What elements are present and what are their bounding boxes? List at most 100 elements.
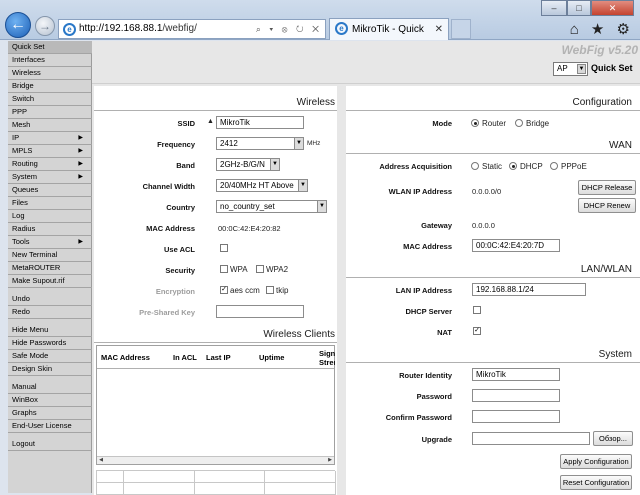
sidebar-item-new-terminal[interactable]: New Terminal xyxy=(8,249,92,262)
mode-label: Mode xyxy=(432,119,452,128)
sidebar-item-queues[interactable]: Queues xyxy=(8,184,92,197)
sidebar-item-undo[interactable]: Undo xyxy=(8,293,92,306)
channel-width-select[interactable]: 20/40MHz HT Above ▼ xyxy=(216,179,308,192)
sidebar-item-interfaces[interactable]: Interfaces xyxy=(8,54,92,67)
sidebar-item-label: Hide Menu xyxy=(12,325,49,334)
sidebar-item-safe-mode[interactable]: Safe Mode xyxy=(8,350,92,363)
sidebar-item-winbox[interactable]: WinBox xyxy=(8,394,92,407)
dhcp-renew-button[interactable]: DHCP Renew xyxy=(578,198,636,213)
lan-ip-input[interactable]: 192.168.88.1/24 xyxy=(472,283,586,296)
mode-bridge-radio[interactable] xyxy=(515,119,523,127)
security-label: Security xyxy=(165,266,195,275)
ie-logo-icon: e xyxy=(63,23,76,36)
wlan-ip-label: WLAN IP Address xyxy=(388,187,452,196)
channel-width-label: Channel Width xyxy=(142,182,195,191)
ssid-input[interactable]: MikroTik xyxy=(216,116,304,129)
wireless-clients-table: MAC Address In ACL Last IP Uptime Signal… xyxy=(96,345,335,465)
grid-cell xyxy=(97,471,124,483)
scroll-left-icon[interactable]: ◀ xyxy=(97,457,105,464)
chevron-down-icon: ▼ xyxy=(577,64,586,74)
maximize-icon[interactable]: □ xyxy=(567,0,591,16)
forward-arrow-icon[interactable]: → xyxy=(35,16,55,36)
reset-configuration-button[interactable]: Reset Configuration xyxy=(560,475,632,490)
wan-mac-input[interactable]: 00:0C:42:E4:20:7D xyxy=(472,239,560,252)
sidebar-item-design-skin[interactable]: Design Skin xyxy=(8,363,92,376)
sidebar-item-hide-menu[interactable]: Hide Menu xyxy=(8,324,92,337)
sidebar-item-label: System xyxy=(12,172,38,181)
sidebar-item-redo[interactable]: Redo xyxy=(8,306,92,319)
upgrade-file-input[interactable] xyxy=(472,432,590,445)
password-input[interactable] xyxy=(472,389,560,402)
mac-address-value: 00:0C:42:E4:20:82 xyxy=(218,224,281,233)
sidebar-item-system[interactable]: System ▶ xyxy=(8,171,92,184)
ssid-label: SSID xyxy=(177,119,195,128)
aes-ccm-checkbox[interactable]: ✓ xyxy=(220,286,228,294)
browser-tools-icons[interactable]: ⌂ ★ ⚙ xyxy=(570,20,634,38)
wireless-panel: Wireless SSID ▲ MikroTik Frequency 2412 ▼… xyxy=(94,86,337,495)
browse-button[interactable]: Обзор... xyxy=(593,431,633,446)
grid-cell xyxy=(124,471,195,483)
acq-static-radio[interactable] xyxy=(471,162,479,170)
sidebar-item-mpls[interactable]: MPLS ▶ xyxy=(8,145,92,158)
address-bar[interactable]: e http://192.168.88.1/webfig/ ⌕ ▾ ⊗ ↻ ✕ xyxy=(58,19,326,39)
tkip-checkbox[interactable] xyxy=(266,286,274,294)
use-acl-checkbox[interactable] xyxy=(220,244,228,252)
ssid-toggle-icon[interactable]: ▲ xyxy=(207,118,214,125)
router-identity-input[interactable]: MikroTik xyxy=(472,368,560,381)
horizontal-scrollbar[interactable]: ◀ ▶ xyxy=(97,456,334,464)
sidebar-item-quick-set[interactable]: Quick Set xyxy=(8,41,92,54)
new-tab-button[interactable] xyxy=(451,19,471,39)
mode-router-radio[interactable] xyxy=(471,119,479,127)
close-window-icon[interactable]: ✕ xyxy=(591,0,634,16)
system-section-title: System xyxy=(598,349,632,360)
browser-tab[interactable]: e MikroTik - Quick Set... ✕ xyxy=(329,18,449,56)
mode-select[interactable]: AP ▼ xyxy=(553,62,588,76)
sidebar-item-label: Design Skin xyxy=(12,364,53,373)
sidebar-item-switch[interactable]: Switch xyxy=(8,93,92,106)
back-arrow-icon[interactable]: ← xyxy=(5,12,31,38)
router-identity-label: Router Identity xyxy=(399,371,452,380)
sidebar-item-log[interactable]: Log xyxy=(8,210,92,223)
sidebar-item-routing[interactable]: Routing ▶ xyxy=(8,158,92,171)
sidebar-item-bridge[interactable]: Bridge xyxy=(8,80,92,93)
sidebar-item-radius[interactable]: Radius xyxy=(8,223,92,236)
minimize-icon[interactable]: – xyxy=(541,0,567,16)
tab-close-icon[interactable]: ✕ xyxy=(435,19,443,40)
sidebar-item-wireless[interactable]: Wireless xyxy=(8,67,92,80)
sidebar-item-label: Mesh xyxy=(12,120,31,129)
apply-configuration-button[interactable]: Apply Configuration xyxy=(560,454,632,469)
address-bar-icons[interactable]: ⌕ ▾ ⊗ ↻ ✕ xyxy=(256,20,322,38)
sidebar-item-label: Make Supout.rif xyxy=(12,276,65,285)
grid-cell xyxy=(195,471,265,483)
frequency-select[interactable]: 2412 ▼ xyxy=(216,137,304,150)
sidebar-item-tools[interactable]: Tools ▶ xyxy=(8,236,92,249)
use-acl-label: Use ACL xyxy=(164,245,195,254)
sidebar-item-graphs[interactable]: Graphs xyxy=(8,407,92,420)
nat-checkbox[interactable]: ✓ xyxy=(473,327,481,335)
band-select[interactable]: 2GHz-B/G/N ▼ xyxy=(216,158,280,171)
sidebar-item-hide-passwords[interactable]: Hide Passwords xyxy=(8,337,92,350)
confirm-password-input[interactable] xyxy=(472,410,560,423)
sidebar-item-files[interactable]: Files xyxy=(8,197,92,210)
scroll-right-icon[interactable]: ▶ xyxy=(326,457,334,464)
acq-pppoe-radio[interactable] xyxy=(550,162,558,170)
sidebar-item-manual[interactable]: Manual xyxy=(8,381,92,394)
wpa-checkbox[interactable] xyxy=(220,265,228,273)
sidebar-item-logout[interactable]: Logout xyxy=(8,438,92,451)
sidebar-item-make-supout-rif[interactable]: Make Supout.rif xyxy=(8,275,92,288)
dhcp-release-button[interactable]: DHCP Release xyxy=(578,180,636,195)
upgrade-label: Upgrade xyxy=(421,435,452,444)
sidebar-item-ip[interactable]: IP ▶ xyxy=(8,132,92,145)
dhcp-server-checkbox[interactable] xyxy=(473,306,481,314)
sidebar-item-ppp[interactable]: PPP xyxy=(8,106,92,119)
sidebar-item-label: MPLS xyxy=(12,146,33,155)
sidebar-item-label: Bridge xyxy=(12,81,34,90)
acq-dhcp-radio[interactable] xyxy=(509,162,517,170)
country-select[interactable]: no_country_set ▼ xyxy=(216,200,327,213)
wpa2-checkbox[interactable] xyxy=(256,265,264,273)
sidebar-item-metarouter[interactable]: MetaROUTER xyxy=(8,262,92,275)
wireless-clients-title: Wireless Clients xyxy=(263,329,335,340)
psk-input[interactable] xyxy=(216,305,304,318)
sidebar-item-end-user-license[interactable]: End-User License xyxy=(8,420,92,433)
sidebar-item-mesh[interactable]: Mesh xyxy=(8,119,92,132)
